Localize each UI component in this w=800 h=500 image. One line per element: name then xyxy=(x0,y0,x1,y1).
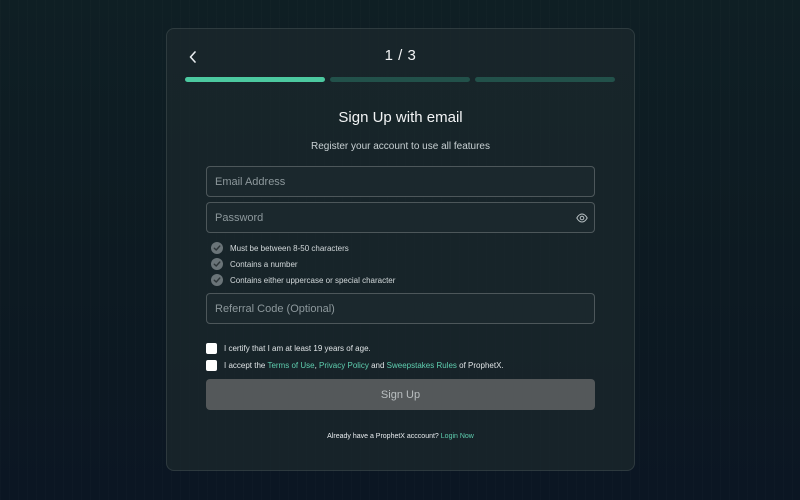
referral-field-wrapper xyxy=(206,293,595,324)
age-agreement-text: I certify that I am at least 19 years of… xyxy=(224,344,371,353)
check-circle-icon xyxy=(211,258,223,270)
page-subtitle: Register your account to use all feature… xyxy=(311,141,490,152)
progress-segment-3 xyxy=(475,77,615,82)
step-indicator: 1 / 3 xyxy=(384,47,417,64)
password-rule-text: Contains either uppercase or special cha… xyxy=(230,275,396,285)
password-input[interactable] xyxy=(207,203,594,232)
signup-card: 1 / 3 Sign Up with email Register your a… xyxy=(166,28,635,471)
referral-code-input[interactable] xyxy=(207,294,594,323)
progress-segment-2 xyxy=(330,77,470,82)
password-rule-text: Must be between 8-50 characters xyxy=(230,243,349,253)
password-rule: Contains a number xyxy=(211,256,395,272)
sweepstakes-rules-link[interactable]: Sweepstakes Rules xyxy=(387,361,457,370)
privacy-policy-link[interactable]: Privacy Policy xyxy=(319,361,369,370)
age-checkbox[interactable] xyxy=(206,343,217,354)
terms-and: and xyxy=(371,361,385,370)
terms-agreement: I accept the Terms of Use, Privacy Polic… xyxy=(206,360,504,371)
password-field-wrapper xyxy=(206,202,595,233)
terms-prefix: I accept the xyxy=(224,361,266,370)
terms-of-use-link[interactable]: Terms of Use xyxy=(267,361,314,370)
password-rules: Must be between 8-50 characters Contains… xyxy=(211,240,395,288)
progress-segment-1 xyxy=(185,77,325,82)
terms-agreement-text: I accept the Terms of Use, Privacy Polic… xyxy=(224,361,504,370)
password-rule-text: Contains a number xyxy=(230,259,298,269)
login-now-link[interactable]: Login Now xyxy=(441,433,474,440)
email-input[interactable] xyxy=(207,167,594,196)
terms-suffix: of ProphetX. xyxy=(459,361,504,370)
progress-bar xyxy=(185,77,615,82)
password-rule: Must be between 8-50 characters xyxy=(211,240,395,256)
login-prompt: Already have a ProphetX acccount? Login … xyxy=(167,433,634,440)
age-agreement: I certify that I am at least 19 years of… xyxy=(206,343,371,354)
eye-icon[interactable] xyxy=(576,212,588,224)
check-circle-icon xyxy=(211,242,223,254)
page-title: Sign Up with email xyxy=(338,109,463,126)
sign-up-button[interactable]: Sign Up xyxy=(206,379,595,410)
terms-separator: , xyxy=(314,361,317,370)
password-rule: Contains either uppercase or special cha… xyxy=(211,272,395,288)
login-prompt-text: Already have a ProphetX acccount? xyxy=(327,433,439,440)
email-field-wrapper xyxy=(206,166,595,197)
terms-checkbox[interactable] xyxy=(206,360,217,371)
check-circle-icon xyxy=(211,274,223,286)
